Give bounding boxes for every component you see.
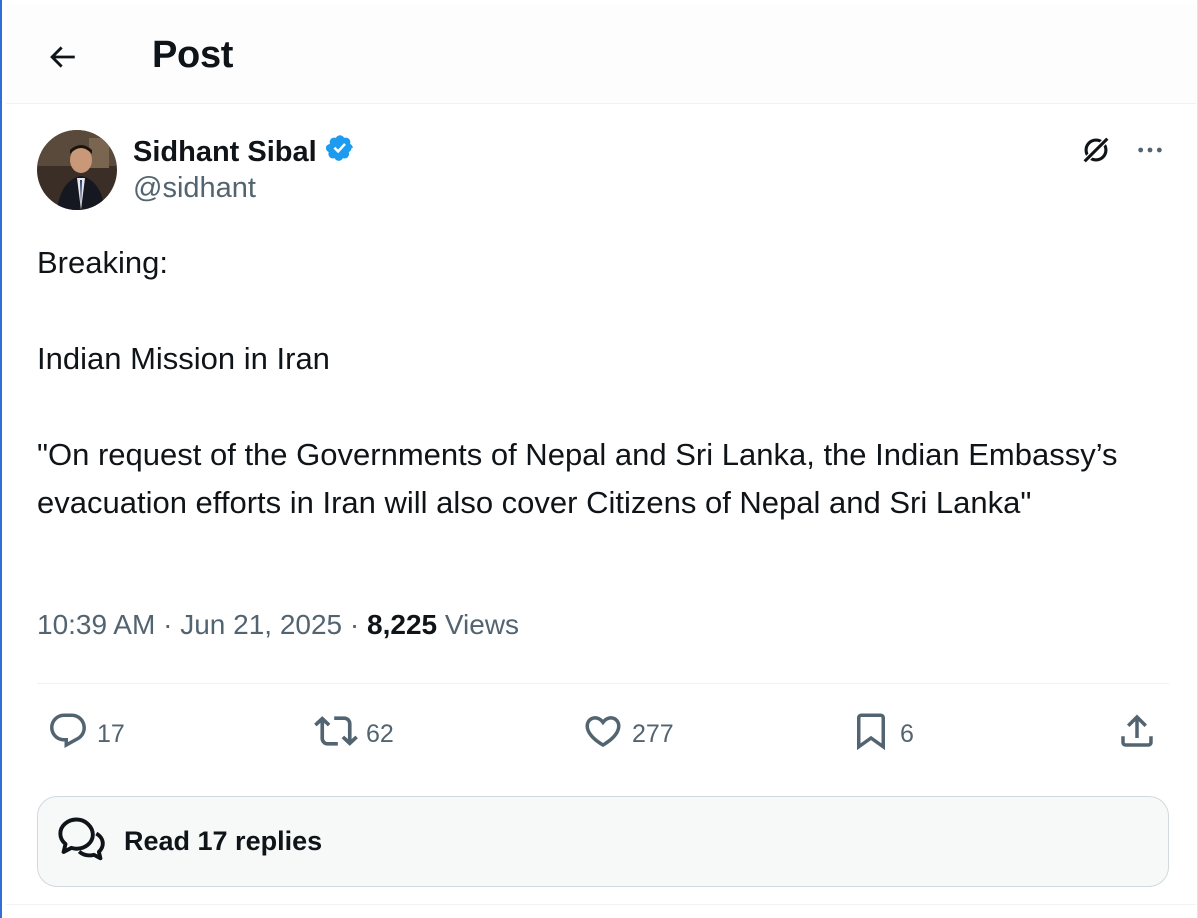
author-name[interactable]: Sidhant Sibal bbox=[133, 136, 317, 169]
like-count: 277 bbox=[632, 719, 674, 748]
read-replies-label: Read 17 replies bbox=[124, 826, 323, 856]
like-button[interactable]: 277 bbox=[582, 710, 674, 758]
meta-separator: · bbox=[349, 609, 360, 640]
post-text-line: Indian Mission in Iran bbox=[37, 341, 330, 376]
share-icon bbox=[1116, 710, 1158, 759]
top-header: Post bbox=[6, 4, 1196, 104]
post-text-line: Breaking: bbox=[37, 245, 168, 280]
views-label: Views bbox=[444, 609, 520, 640]
avatar[interactable] bbox=[37, 130, 117, 210]
author-name-row[interactable]: Sidhant Sibal bbox=[133, 133, 355, 171]
divider bbox=[37, 683, 1169, 684]
more-options-button[interactable] bbox=[1130, 132, 1170, 172]
post-date[interactable]: Jun 21, 2025 bbox=[180, 609, 342, 640]
repost-button[interactable]: 62 bbox=[314, 710, 394, 758]
post-text-quote: "On request of the Governments of Nepal … bbox=[37, 437, 1118, 520]
bookmark-button[interactable]: 6 bbox=[850, 710, 914, 758]
reply-bubble-icon bbox=[47, 710, 89, 759]
reply-button[interactable]: 17 bbox=[47, 710, 125, 758]
grok-icon bbox=[1079, 133, 1113, 172]
chat-bubbles-icon bbox=[56, 813, 108, 870]
post-time[interactable]: 10:39 AM bbox=[37, 609, 155, 640]
divider bbox=[6, 904, 1196, 905]
post-page-frame: Post Sidhant Sibal @sidhant Breaking: In… bbox=[0, 0, 1198, 918]
heart-icon bbox=[582, 710, 624, 759]
grok-button[interactable] bbox=[1076, 132, 1116, 172]
more-horizontal-icon bbox=[1134, 134, 1166, 171]
bookmark-count: 6 bbox=[900, 719, 914, 748]
arrow-left-icon bbox=[45, 40, 79, 79]
read-replies-button[interactable]: Read 17 replies bbox=[37, 796, 1169, 887]
views-count: 8,225 bbox=[367, 609, 438, 640]
bookmark-icon bbox=[850, 710, 892, 759]
reply-count: 17 bbox=[97, 719, 125, 748]
author-handle[interactable]: @sidhant bbox=[133, 172, 256, 205]
repost-icon bbox=[314, 709, 358, 760]
post-meta: 10:39 AM · Jun 21, 2025 · 8,225 Views bbox=[37, 609, 519, 641]
verified-badge-icon[interactable] bbox=[325, 133, 355, 171]
meta-separator: · bbox=[163, 609, 173, 640]
page-title: Post bbox=[152, 34, 234, 76]
back-button[interactable] bbox=[34, 31, 90, 87]
repost-count: 62 bbox=[366, 719, 394, 748]
share-button[interactable] bbox=[1116, 710, 1158, 758]
